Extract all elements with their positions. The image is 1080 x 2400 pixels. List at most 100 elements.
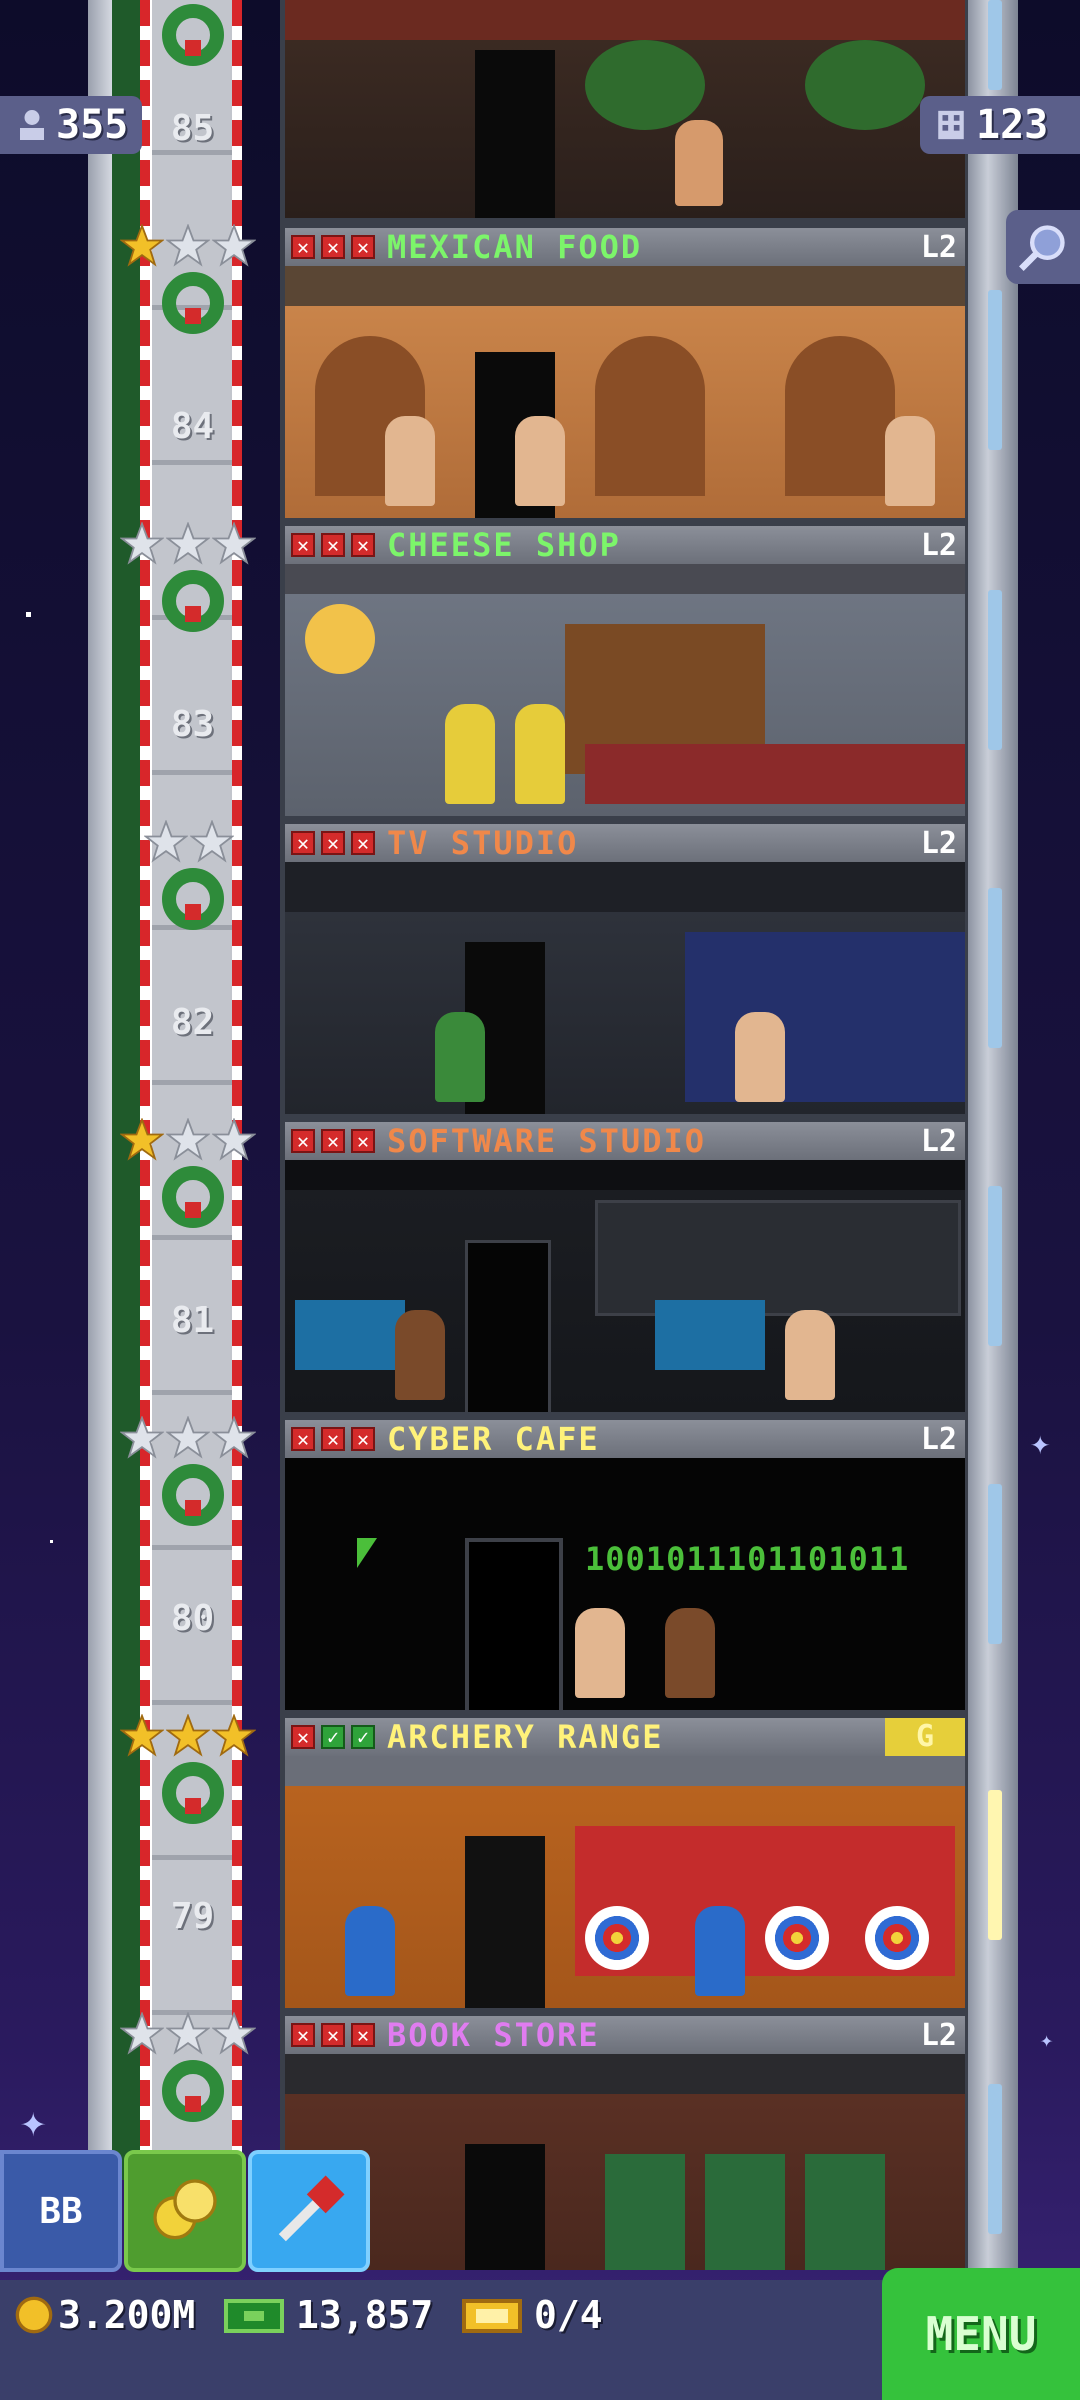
room-name: BOOK STORE xyxy=(387,2016,600,2054)
tower-window xyxy=(988,590,1002,750)
room-star-rating xyxy=(144,820,234,864)
coins-icon xyxy=(153,2179,217,2240)
room-level: L2 xyxy=(920,2017,957,2053)
coins-button[interactable] xyxy=(124,2150,246,2272)
status-x-icon: ✕ xyxy=(291,533,315,557)
twinkle-decoration: ✦ xyxy=(20,2096,47,2147)
character-sprite xyxy=(785,1310,835,1400)
floor-number: 83 xyxy=(170,704,215,745)
doorway xyxy=(465,1240,551,1412)
bookshelf xyxy=(805,2154,885,2270)
room-level: L2 xyxy=(920,1123,957,1159)
status-check-icon: ✓ xyxy=(351,1725,375,1749)
search-button[interactable] xyxy=(1006,210,1080,284)
gold-star-icon xyxy=(120,1118,164,1161)
silver-star-icon xyxy=(190,820,234,863)
person-icon xyxy=(20,110,44,140)
room-nameplate[interactable]: ✕ ✓ ✓ ARCHERY RANGE G xyxy=(285,1718,965,1756)
status-x-icon: ✕ xyxy=(291,2023,315,2047)
room-name: MEXICAN FOOD xyxy=(387,228,643,266)
room-nameplate[interactable]: ✕ ✕ ✕ SOFTWARE STUDIO L2 xyxy=(285,1122,965,1160)
room-interior-cyber-cafe[interactable]: 1001011101101011 xyxy=(285,1458,965,1710)
silver-star-icon xyxy=(120,1416,164,1459)
character-sprite xyxy=(695,1906,745,1996)
doorway xyxy=(465,2144,545,2270)
room-interior-book-store[interactable] xyxy=(285,2054,965,2270)
candy-cane-stripe-left xyxy=(140,0,150,2180)
status-x-icon: ✕ xyxy=(321,533,345,557)
stage-backdrop xyxy=(685,932,965,1102)
archery-target xyxy=(865,1906,929,1970)
arch-window xyxy=(595,336,705,496)
room-nameplate[interactable]: ✕ ✕ ✕ CYBER CAFE L2 xyxy=(285,1420,965,1458)
archery-target xyxy=(765,1906,829,1970)
room-level: L2 xyxy=(920,825,957,861)
tower-window xyxy=(988,1186,1002,1346)
room-interior-tv-studio[interactable] xyxy=(285,862,965,1114)
room-level: L2 xyxy=(920,229,957,265)
silver-star-icon xyxy=(120,2012,164,2055)
wreath-icon xyxy=(162,4,224,66)
floor-count-value: 123 xyxy=(976,102,1049,148)
bux-stat: 13,857 xyxy=(224,2290,433,2340)
character-sprite xyxy=(885,416,935,506)
candy-cane-stripe-right xyxy=(232,0,242,2180)
doorway xyxy=(465,1836,545,2008)
bb-button[interactable]: BB xyxy=(0,2150,122,2272)
status-x-icon: ✕ xyxy=(351,533,375,557)
room-nameplate[interactable]: ✕ ✕ ✕ MEXICAN FOOD L2 xyxy=(285,228,965,266)
status-check-icon: ✓ xyxy=(321,1725,345,1749)
room-interior-mexican-food[interactable] xyxy=(285,266,965,518)
tower-window xyxy=(988,1484,1002,1644)
room-nameplate[interactable]: ✕ ✕ ✕ BOOK STORE L2 xyxy=(285,2016,965,2054)
wreath-icon xyxy=(162,1464,224,1526)
coins-stat: 3.200M xyxy=(14,2290,195,2340)
status-x-icon: ✕ xyxy=(351,235,375,259)
character-sprite xyxy=(675,120,723,206)
status-x-icon: ✕ xyxy=(351,1427,375,1451)
floor-number: 79 xyxy=(170,1896,215,1937)
silver-star-icon xyxy=(166,522,210,565)
floor-number: 80 xyxy=(170,1598,215,1639)
room-interior-cheese-shop[interactable] xyxy=(285,564,965,816)
tickets-stat: 0/4 xyxy=(462,2290,603,2340)
cheese-display xyxy=(305,604,375,674)
room-star-rating xyxy=(120,522,256,566)
twinkle-decoration: ✦ xyxy=(1040,2028,1054,2053)
silver-star-icon xyxy=(166,1416,210,1459)
gold-star-icon xyxy=(120,224,164,267)
bookshelf xyxy=(705,2154,785,2270)
gold-star-icon xyxy=(120,1714,164,1757)
search-icon xyxy=(1019,225,1065,271)
floor-number: 81 xyxy=(170,1300,215,1341)
counter xyxy=(585,744,965,804)
room-interior-restaurant[interactable] xyxy=(285,0,965,218)
character-sprite xyxy=(445,704,495,804)
tower-window xyxy=(988,2084,1002,2234)
room-interior-software-studio[interactable] xyxy=(285,1160,965,1412)
room-nameplate[interactable]: ✕ ✕ ✕ TV STUDIO L2 xyxy=(285,824,965,862)
doorway xyxy=(465,1538,563,1710)
silver-star-icon xyxy=(166,2012,210,2055)
character-sprite xyxy=(515,704,565,804)
population-value: 355 xyxy=(56,102,129,148)
status-x-icon: ✕ xyxy=(321,1129,345,1153)
room-level: L2 xyxy=(920,527,957,563)
tower-window-lit xyxy=(988,1790,1002,1940)
build-button[interactable] xyxy=(248,2150,370,2272)
room-name: CYBER CAFE xyxy=(387,1420,600,1458)
twinkle-decoration: ✦ xyxy=(1030,1423,1051,1463)
room-level: G xyxy=(885,1718,965,1756)
room-interior-archery-range[interactable] xyxy=(285,1756,965,2008)
tickets-value: 0/4 xyxy=(534,2293,603,2337)
desk-monitor xyxy=(655,1300,765,1370)
coin-icon xyxy=(15,2296,53,2334)
archery-target xyxy=(585,1906,649,1970)
room-name: SOFTWARE STUDIO xyxy=(387,1122,706,1160)
population-counter[interactable]: 355 xyxy=(0,96,143,154)
room-level: L2 xyxy=(920,1421,957,1457)
room-nameplate[interactable]: ✕ ✕ ✕ CHEESE SHOP L2 xyxy=(285,526,965,564)
menu-button[interactable]: MENU xyxy=(882,2268,1080,2400)
floor-counter[interactable]: 123 xyxy=(920,96,1080,154)
wreath-icon xyxy=(162,272,224,334)
